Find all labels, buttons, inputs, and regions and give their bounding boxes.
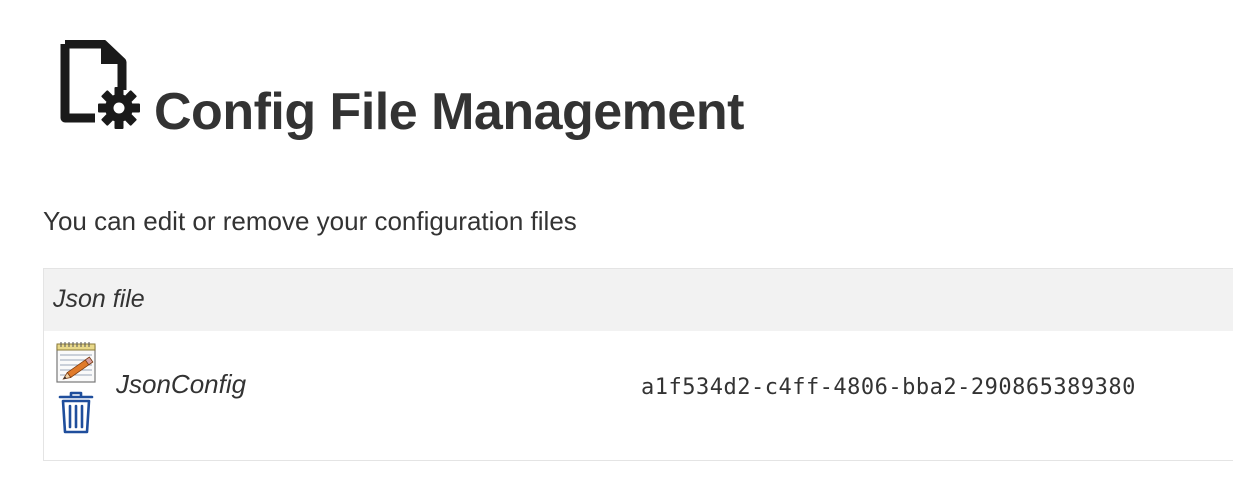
- table-header: Json file: [44, 269, 1233, 331]
- config-files-table: Json file JsonConfig a1f534d2-c4ff-4806-…: [43, 268, 1233, 461]
- page-title: Config File Management: [154, 83, 744, 141]
- file-gear-icon: [57, 39, 147, 132]
- page-description: You can edit or remove your configuratio…: [43, 206, 577, 236]
- column-header-json-file: Json file: [53, 285, 145, 313]
- row-actions: [55, 341, 101, 437]
- config-file-management-page: Config File Management You can edit or r…: [0, 0, 1233, 482]
- table-row: JsonConfig a1f534d2-c4ff-4806-bba2-29086…: [44, 331, 1233, 461]
- edit-notepad-icon[interactable]: [55, 341, 99, 385]
- file-name: JsonConfig: [116, 369, 247, 399]
- file-id: a1f534d2-c4ff-4806-bba2-290865389380: [641, 375, 1136, 400]
- trash-icon[interactable]: [58, 391, 94, 435]
